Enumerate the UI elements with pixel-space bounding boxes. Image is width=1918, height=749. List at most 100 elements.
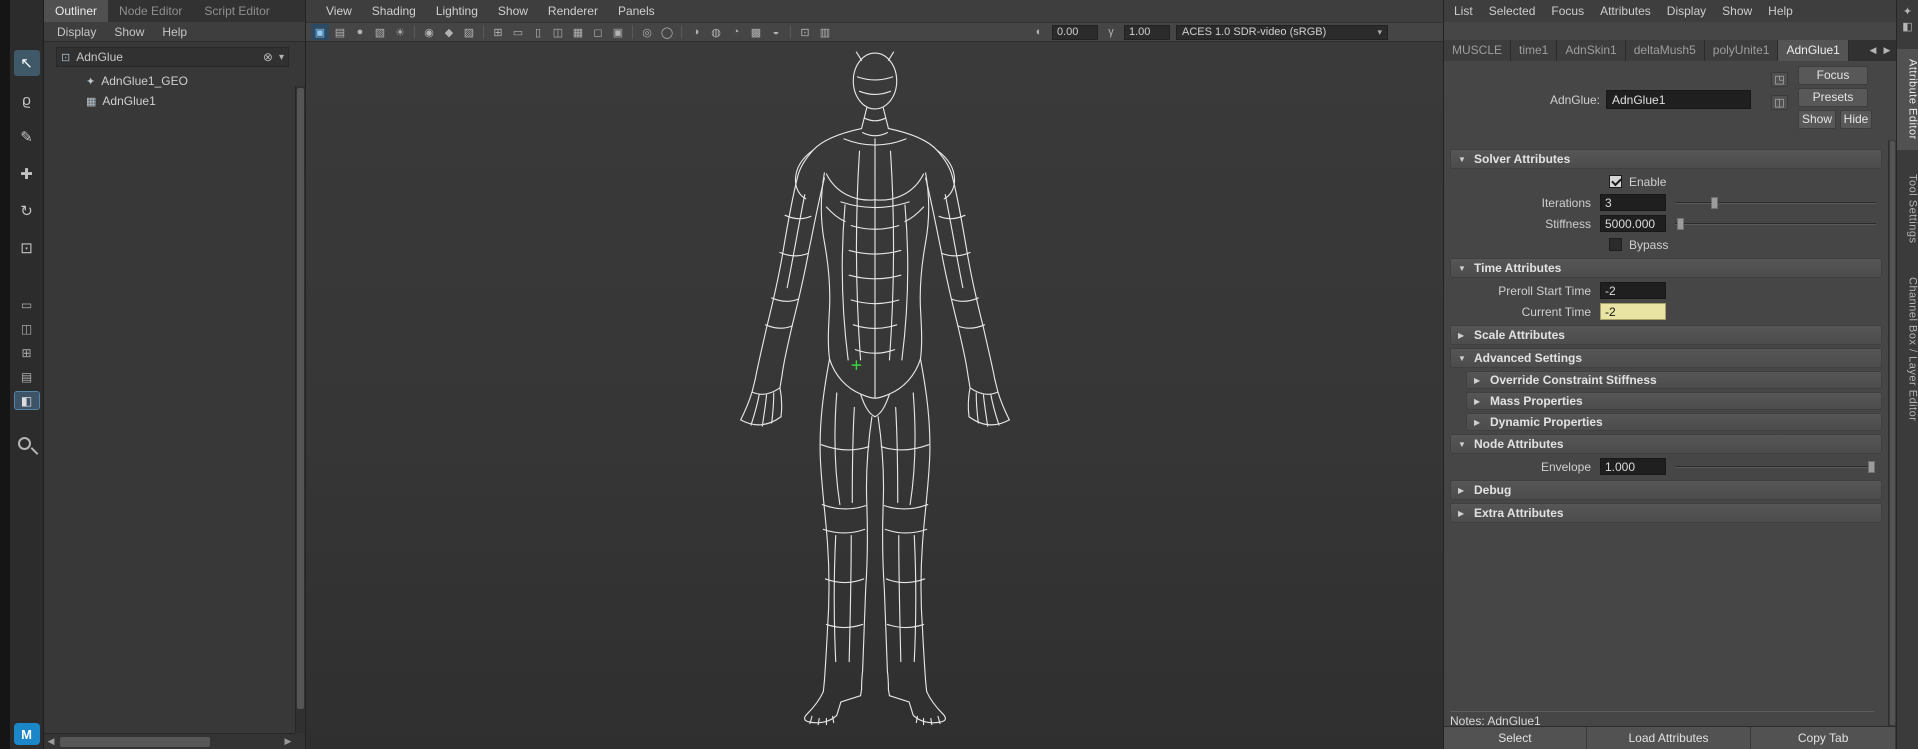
menu-show[interactable]: Show <box>105 22 153 41</box>
sidebar-tab-tool-settings[interactable]: Tool Settings <box>1897 164 1918 253</box>
motion-blur-icon[interactable]: ◔ <box>727 24 745 40</box>
viewport-canvas[interactable] <box>306 42 1443 749</box>
menu-help[interactable]: Help <box>1760 0 1801 22</box>
resolution-gate-icon[interactable]: ▯ <box>529 24 547 40</box>
layout-four-pane-icon[interactable]: ⊞ <box>15 344 39 361</box>
menu-shading[interactable]: Shading <box>362 0 426 22</box>
tab-time1[interactable]: time1 <box>1511 40 1557 61</box>
presets-button[interactable]: Presets <box>1798 88 1868 107</box>
sidebar-tab-channel-box[interactable]: Channel Box / Layer Editor <box>1897 267 1918 431</box>
copy-tab-icon[interactable]: ◫ <box>1771 95 1788 110</box>
image-plane-icon[interactable]: ▨ <box>460 24 478 40</box>
section-debug[interactable]: ▶ Debug <box>1450 480 1882 500</box>
section-solver-attributes[interactable]: ▼ Solver Attributes <box>1450 149 1882 169</box>
tab-outliner[interactable]: Outliner <box>44 0 108 22</box>
envelope-field[interactable]: 1.000 <box>1600 458 1666 475</box>
tab-muscle[interactable]: MUSCLE <box>1444 40 1511 61</box>
attribute-editor-scrollbar[interactable] <box>1888 140 1896 726</box>
section-time-attributes[interactable]: ▼ Time Attributes <box>1450 258 1882 278</box>
bypass-checkbox[interactable] <box>1609 238 1622 251</box>
camera-icon[interactable]: ◉ <box>420 24 438 40</box>
envelope-slider[interactable] <box>1675 458 1876 475</box>
preroll-start-time-field[interactable]: -2 <box>1600 282 1666 299</box>
wireframe-model[interactable] <box>720 50 1030 736</box>
tab-scroll-right-icon[interactable]: ▶ <box>1881 45 1893 56</box>
section-extra-attributes[interactable]: ▶ Extra Attributes <box>1450 503 1882 523</box>
clear-filter-icon[interactable]: ⊗ <box>263 50 273 64</box>
grid-icon[interactable]: ⊞ <box>489 24 507 40</box>
section-node-attributes[interactable]: ▼ Node Attributes <box>1450 434 1882 454</box>
outliner-horizontal-scrollbar[interactable]: ◀ ▶ <box>44 733 295 749</box>
tab-adnskin1[interactable]: AdnSkin1 <box>1557 40 1625 61</box>
tab-scroll-left-icon[interactable]: ◀ <box>1867 45 1879 56</box>
outliner-vertical-scrollbar[interactable] <box>295 86 305 733</box>
iterations-slider[interactable] <box>1675 194 1876 211</box>
menu-show[interactable]: Show <box>1714 0 1760 22</box>
menu-attributes[interactable]: Attributes <box>1592 0 1659 22</box>
section-advanced-settings[interactable]: ▼ Advanced Settings <box>1450 348 1882 368</box>
gate-mask-icon[interactable]: ◫ <box>549 24 567 40</box>
node-name-field[interactable]: AdnGlue1 <box>1606 90 1751 109</box>
paint-selection-tool-icon[interactable]: ✎ <box>14 124 40 150</box>
wireframe-icon[interactable]: ▤ <box>331 24 349 40</box>
layout-outliner-persp-icon[interactable]: ◧ <box>15 392 39 409</box>
menu-renderer[interactable]: Renderer <box>538 0 608 22</box>
menu-lighting[interactable]: Lighting <box>426 0 488 22</box>
film-gate-icon[interactable]: ▭ <box>509 24 527 40</box>
select-button[interactable]: Select <box>1444 727 1587 749</box>
ambient-occlusion-icon[interactable]: ◍ <box>707 24 725 40</box>
hide-button[interactable]: Hide <box>1840 110 1872 129</box>
rotate-tool-icon[interactable]: ↻ <box>14 198 40 224</box>
lasso-tool-icon[interactable]: ϱ <box>14 87 40 113</box>
frame-selected-icon[interactable]: ◎ <box>638 24 656 40</box>
shadows-icon[interactable]: ◑ <box>687 24 705 40</box>
layout-single-pane-icon[interactable]: ▭ <box>15 296 39 313</box>
outliner-item-adnglue1[interactable]: ▦ AdnGlue1 <box>44 91 305 111</box>
gamma-icon[interactable]: γ <box>1102 24 1120 40</box>
load-attributes-button[interactable]: Load Attributes <box>1587 727 1752 749</box>
exposure-icon[interactable]: ◐ <box>1030 24 1048 40</box>
menu-view[interactable]: View <box>316 0 362 22</box>
outliner-item-adnglue1-geo[interactable]: ✦ AdnGlue1_GEO <box>44 71 305 91</box>
multisample-icon[interactable]: ▩ <box>747 24 765 40</box>
filter-caret-icon[interactable]: ▾ <box>279 52 284 63</box>
section-mass-properties[interactable]: ▶ Mass Properties <box>1466 392 1882 410</box>
xray-icon[interactable]: ▥ <box>816 24 834 40</box>
slider-knob[interactable] <box>1677 218 1684 230</box>
section-dynamic-properties[interactable]: ▶ Dynamic Properties <box>1466 413 1882 431</box>
stiffness-slider[interactable] <box>1675 215 1876 232</box>
frame-all-icon[interactable]: ◯ <box>658 24 676 40</box>
tab-script-editor[interactable]: Script Editor <box>193 0 280 22</box>
stiffness-field[interactable]: 5000.000 <box>1600 215 1666 232</box>
workspace-icon[interactable]: ✦ <box>1903 5 1912 20</box>
scrollbar-thumb[interactable] <box>60 737 210 747</box>
tab-node-editor[interactable]: Node Editor <box>108 0 193 22</box>
lighting-icon[interactable]: ☀ <box>391 24 409 40</box>
iterations-field[interactable]: 3 <box>1600 194 1666 211</box>
menu-display[interactable]: Display <box>1659 0 1714 22</box>
menu-show[interactable]: Show <box>488 0 538 22</box>
layout-split-pane-icon[interactable]: ▤ <box>15 368 39 385</box>
sidebar-tab-attribute-editor[interactable]: Attribute Editor <box>1897 49 1918 150</box>
slider-knob[interactable] <box>1711 197 1718 209</box>
slider-knob[interactable] <box>1868 461 1875 473</box>
section-override-constraint-stiffness[interactable]: ▶ Override Constraint Stiffness <box>1466 371 1882 389</box>
bookmark-icon[interactable]: ◆ <box>440 24 458 40</box>
shaded-icon[interactable]: ● <box>351 24 369 40</box>
textured-icon[interactable]: ▧ <box>371 24 389 40</box>
section-scale-attributes[interactable]: ▶ Scale Attributes <box>1450 325 1882 345</box>
menu-selected[interactable]: Selected <box>1481 0 1544 22</box>
tab-polyunite1[interactable]: polyUnite1 <box>1705 40 1779 61</box>
menu-panels[interactable]: Panels <box>608 0 665 22</box>
enable-checkbox[interactable] <box>1609 175 1622 188</box>
safe-title-icon[interactable]: ▣ <box>609 24 627 40</box>
copy-tab-button[interactable]: Copy Tab <box>1751 727 1896 749</box>
scroll-right-icon[interactable]: ▶ <box>281 736 295 747</box>
select-tool-icon[interactable]: ↖ <box>14 50 40 76</box>
panels-icon[interactable]: ◧ <box>1902 20 1912 35</box>
field-chart-icon[interactable]: ▦ <box>569 24 587 40</box>
layout-two-pane-icon[interactable]: ◫ <box>15 320 39 337</box>
scroll-left-icon[interactable]: ◀ <box>44 736 58 747</box>
depth-of-field-icon[interactable]: ◒ <box>767 24 785 40</box>
tab-adnglue1[interactable]: AdnGlue1 <box>1778 40 1848 61</box>
